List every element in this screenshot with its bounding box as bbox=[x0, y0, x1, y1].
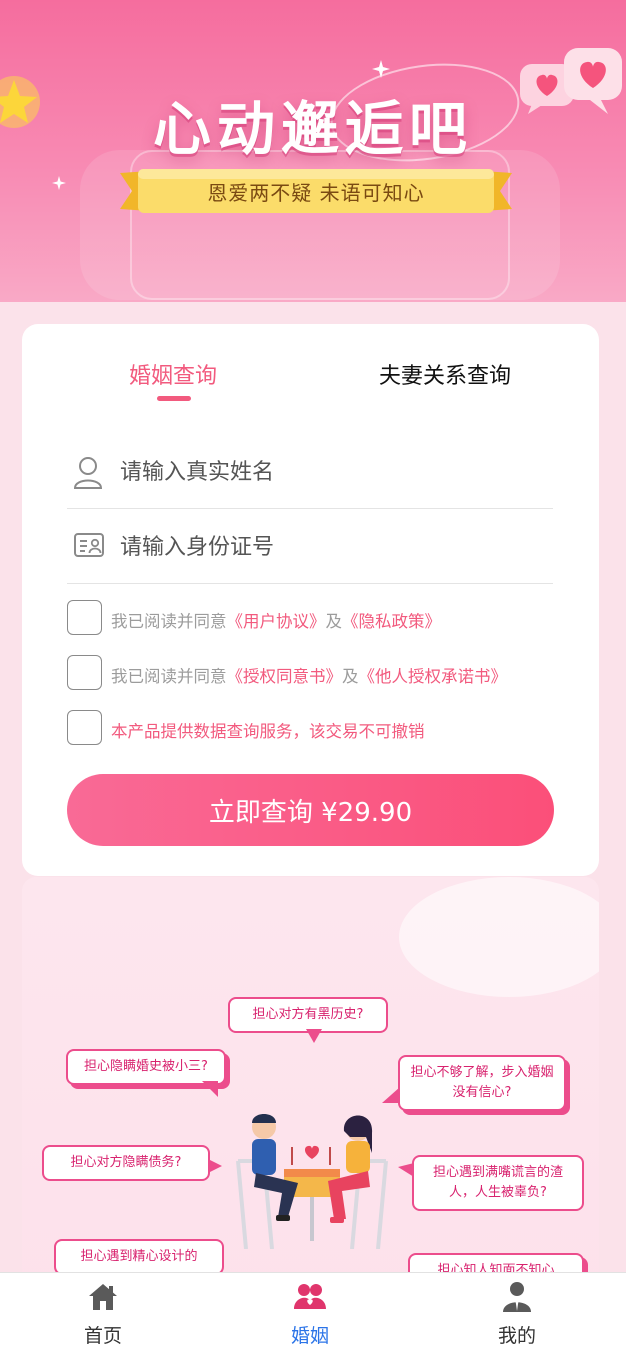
tab-couple-relation-query[interactable]: 夫妻关系查询 bbox=[379, 358, 511, 390]
agreement-joiner: 及 bbox=[325, 612, 343, 631]
bubble-tail-icon bbox=[398, 1163, 414, 1177]
sparkle-icon bbox=[52, 176, 66, 190]
authorization-consent-link[interactable]: 《授权同意书》 bbox=[227, 667, 343, 686]
agreement-row-privacy: 我已阅读并同意《用户协议》及《隐私政策》 bbox=[67, 600, 567, 638]
nav-marriage-label: 婚姻 bbox=[290, 1325, 329, 1347]
nav-mine-label: 我的 bbox=[497, 1325, 536, 1347]
agreement-joiner: 及 bbox=[342, 667, 359, 686]
agreement-checkbox[interactable] bbox=[67, 600, 102, 635]
bubble-tail-icon bbox=[382, 1087, 400, 1103]
id-number-input[interactable] bbox=[120, 527, 540, 567]
bubble-tail-icon bbox=[208, 1159, 222, 1173]
concern-bubble: 担心对方有黑历史? bbox=[228, 997, 388, 1033]
authorization-text: 我已阅读并同意《授权同意书》及《他人授权承诺书》 bbox=[111, 663, 507, 687]
couple-icon bbox=[294, 1284, 326, 1309]
bubble-tail-icon bbox=[202, 1081, 218, 1097]
concern-bubble: 担心遇到满嘴谎言的渣人，人生被辜负? bbox=[412, 1155, 584, 1211]
concern-bubble: 担心不够了解，步入婚姻没有信心? bbox=[398, 1055, 566, 1111]
sparkle-icon bbox=[372, 60, 390, 78]
tab-active-indicator bbox=[157, 396, 191, 401]
query-card: 婚姻查询 夫妻关系查询 我已阅读并同意《用户协议》及《隐私政策》 我已阅读并同意 bbox=[22, 324, 599, 876]
concern-bubble: 担心隐瞒婚史被小三? bbox=[66, 1049, 226, 1085]
banner-title: 心动邂逅吧 bbox=[152, 95, 473, 163]
background-flower bbox=[399, 877, 599, 997]
agreement-text: 我已阅读并同意《用户协议》及《隐私政策》 bbox=[111, 608, 441, 632]
concern-bubble: 担心对方隐瞒债务? bbox=[42, 1145, 210, 1181]
home-icon bbox=[89, 1284, 117, 1310]
id-card-icon bbox=[74, 533, 104, 557]
privacy-policy-link[interactable]: 《隐私政策》 bbox=[342, 612, 441, 631]
authorization-checkbox[interactable] bbox=[67, 655, 102, 690]
agreement-prefix: 我已阅读并同意 bbox=[111, 667, 227, 686]
id-field bbox=[67, 509, 553, 584]
banner-slogan: 恩爱两不疑 未语可知心 bbox=[207, 181, 425, 205]
agreement-row-authorization: 我已阅读并同意《授权同意书》及《他人授权承诺书》 bbox=[67, 655, 567, 693]
user-icon bbox=[503, 1282, 531, 1312]
agreement-prefix: 我已阅读并同意 bbox=[111, 612, 227, 631]
irrevocable-notice: 本产品提供数据查询服务，该交易不可撤销 bbox=[111, 722, 425, 741]
nav-home-label: 首页 bbox=[83, 1325, 122, 1347]
header-banner: 心动邂逅吧 恩爱两不疑 未语可知心 bbox=[0, 0, 626, 302]
notice-row: 本产品提供数据查询服务，该交易不可撤销 bbox=[67, 710, 567, 748]
concern-bubble: 担心遇到精心设计的 bbox=[54, 1239, 224, 1275]
query-now-button[interactable]: 立即查询 ¥29.90 bbox=[67, 774, 554, 846]
nav-marriage[interactable]: 婚姻 bbox=[250, 1273, 370, 1352]
tab-marriage-query[interactable]: 婚姻查询 bbox=[129, 358, 217, 390]
concern-illustration: 担心对方有黑历史? 担心隐瞒婚史被小三? 担心不够了解，步入婚姻没有信心? 担心… bbox=[22, 877, 599, 1297]
name-field bbox=[67, 434, 553, 509]
nav-mine[interactable]: 我的 bbox=[457, 1273, 577, 1352]
bubble-tail-icon bbox=[306, 1029, 322, 1043]
name-input[interactable] bbox=[120, 452, 540, 492]
nav-home[interactable]: 首页 bbox=[43, 1273, 163, 1352]
bottom-nav: 首页 婚姻 我的 bbox=[0, 1272, 626, 1352]
user-agreement-link[interactable]: 《用户协议》 bbox=[227, 612, 326, 631]
query-tabs: 婚姻查询 夫妻关系查询 bbox=[22, 324, 599, 414]
couple-dining-illustration bbox=[236, 1114, 388, 1249]
notice-checkbox[interactable] bbox=[67, 710, 102, 745]
banner-ribbon: 恩爱两不疑 未语可知心 bbox=[120, 165, 512, 217]
third-party-commitment-link[interactable]: 《他人授权承诺书》 bbox=[359, 667, 508, 686]
user-icon bbox=[73, 457, 103, 489]
